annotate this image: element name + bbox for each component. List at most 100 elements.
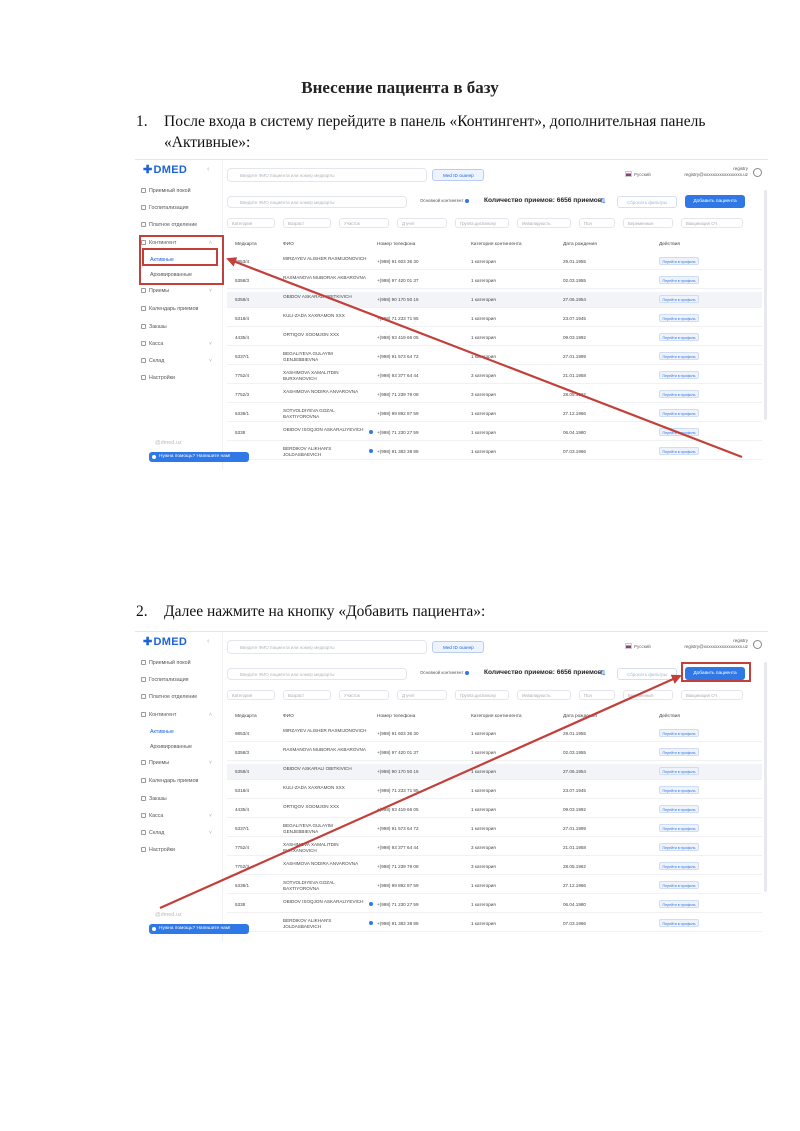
filter-d-account[interactable]: Д учет	[397, 218, 447, 228]
sidebar-item-paid-department[interactable]: Платное отделение	[141, 222, 197, 228]
table-row[interactable]: 7752/4 XASHIMOVA XAMALITDIN BURXANOVICH +(…	[227, 840, 762, 856]
medid-scanner-button[interactable]: Med ID сканер	[432, 641, 484, 653]
sidebar-item-settings[interactable]: Настройки	[141, 375, 175, 381]
sidebar-item-reception[interactable]: Приемный покой	[141, 188, 191, 194]
patient-search-input[interactable]: Введите ФИО пациента или номер медкарты	[227, 668, 407, 680]
table-row[interactable]: 7752/3 XASHIMOVA NODIRA ANVAROVNA +(998) 7…	[227, 387, 762, 403]
table-row[interactable]: BERDIKOV ALIKHAN'S JOLDASBAEVICH +(998) 9…	[227, 916, 762, 932]
go-to-profile-button[interactable]: Перейти в профиль	[659, 919, 699, 927]
reset-filters-button[interactable]: Сбросить фильтры	[617, 668, 677, 680]
scrollbar[interactable]	[764, 190, 767, 420]
table-row[interactable]: 5338 OBIDOV ISOQJON ASKARALIYEVICH +(998) …	[227, 897, 762, 913]
go-to-profile-button[interactable]: Перейти в профиль	[659, 786, 699, 794]
table-row[interactable]: 5338 OBIDOV ISOQJON ASKARALIYEVICH +(998) …	[227, 425, 762, 441]
sidebar-item-hospitalization[interactable]: Госпитализация	[141, 677, 189, 683]
go-to-profile-button[interactable]: Перейти в профиль	[659, 881, 699, 889]
filter-gender[interactable]: Пол	[579, 218, 615, 228]
go-to-profile-button[interactable]: Перейти в профиль	[659, 900, 699, 908]
sidebar-item-calendar[interactable]: Календарь приемов	[141, 306, 198, 312]
go-to-profile-button[interactable]: Перейти в профиль	[659, 862, 699, 870]
table-row[interactable]: 5358/3 RAXMANOVA MUBORAK AKBAROVNA +(998) …	[227, 745, 762, 761]
sidebar-item-warehouse[interactable]: Склад ˅	[141, 830, 212, 836]
sidebar-item-hospitalization[interactable]: Госпитализация	[141, 205, 189, 211]
sidebar-item-cashier[interactable]: Касса ˅	[141, 341, 212, 347]
sidebar-item-paid-department[interactable]: Платное отделение	[141, 694, 197, 700]
add-patient-button[interactable]: Добавить пациента	[685, 195, 745, 208]
user-info[interactable]: registry registry@xxxxxxxxxxxxxxxxx.uz	[684, 638, 748, 650]
table-row[interactable]: 5358/3 RAXMANOVA MUBORAK AKBAROVNA +(998) …	[227, 273, 762, 289]
table-row[interactable]: 5337/1 BEGALIYEVA GULAYIM GENJEBBIEVNA +(9…	[227, 821, 762, 837]
sidebar-item-archived[interactable]: Архивированные	[150, 744, 192, 750]
avatar[interactable]	[753, 168, 762, 177]
sidebar-item-reception[interactable]: Приемный покой	[141, 660, 191, 666]
patient-search-input[interactable]: Введите ФИО пациента или номер медкарты	[227, 196, 407, 208]
filter-category[interactable]: Категория	[227, 690, 275, 700]
table-row[interactable]: 9853/4 MIRZAYEV ALISHER RAXMIJONOVICH +(99…	[227, 254, 762, 270]
go-to-profile-button[interactable]: Перейти в профиль	[659, 314, 699, 322]
table-row[interactable]: 7752/3 XASHIMOVA NODIRA ANVAROVNA +(998) 7…	[227, 859, 762, 875]
table-row[interactable]: 5358/4 OBIDOV ASKARALI OBITKIVICH +(998) 9…	[227, 292, 762, 308]
go-to-profile-button[interactable]: Перейти в профиль	[659, 843, 699, 851]
sidebar-item-cashier[interactable]: Касса ˅	[141, 813, 212, 819]
sidebar-item-orders[interactable]: Заказы	[141, 796, 167, 802]
filter-icon[interactable]: ⇅	[600, 669, 606, 677]
go-to-profile-button[interactable]: Перейти в профиль	[659, 748, 699, 756]
table-row[interactable]: 5318/4 KULI-ZADA XAXRAMON XXX +(998) 71 23…	[227, 783, 762, 799]
table-row[interactable]: 5338/1 SOTVOLDIYEVA GOZAL BAXTIYOROVNA +(9…	[227, 878, 762, 894]
filter-vaccination[interactable]: Вакцинация СЧ	[681, 690, 743, 700]
go-to-profile-button[interactable]: Перейти в профиль	[659, 409, 699, 417]
main-contingent-toggle[interactable]: Основной контингент	[420, 198, 469, 203]
filter-district[interactable]: Участок	[339, 218, 389, 228]
avatar[interactable]	[753, 640, 762, 649]
filter-district[interactable]: Участок	[339, 690, 389, 700]
filter-disability[interactable]: Инвалидность	[517, 218, 571, 228]
go-to-profile-button[interactable]: Перейти в профиль	[659, 428, 699, 436]
filter-d-account[interactable]: Д учет	[397, 690, 447, 700]
global-search-input[interactable]: Введите ФИО пациента или номер медкарты	[227, 640, 427, 654]
help-chat-button[interactable]: Нужна помощь? Напишите нам!	[149, 452, 249, 462]
global-search-input[interactable]: Введите ФИО пациента или номер медкарты	[227, 168, 427, 182]
sidebar-item-appointments[interactable]: Приемы ˅	[141, 288, 212, 294]
go-to-profile-button[interactable]: Перейти в профиль	[659, 257, 699, 265]
filter-icon[interactable]: ⇅	[600, 197, 606, 205]
sidebar-item-warehouse[interactable]: Склад ˅	[141, 358, 212, 364]
main-contingent-toggle[interactable]: Основной контингент	[420, 670, 469, 675]
medid-scanner-button[interactable]: Med ID сканер	[432, 169, 484, 181]
help-chat-button[interactable]: Нужна помощь? Напишите нам!	[149, 924, 249, 934]
filter-pregnant[interactable]: Беременные	[623, 690, 673, 700]
sidebar-item-orders[interactable]: Заказы	[141, 324, 167, 330]
go-to-profile-button[interactable]: Перейти в профиль	[659, 390, 699, 398]
scrollbar[interactable]	[764, 662, 767, 892]
filter-category[interactable]: Категория	[227, 218, 275, 228]
table-row[interactable]: 7752/4 XASHIMOVA XAMALITDIN BURXANOVICH +(…	[227, 368, 762, 384]
user-info[interactable]: registry registry@xxxxxxxxxxxxxxxxx.uz	[684, 166, 748, 178]
go-to-profile-button[interactable]: Перейти в профиль	[659, 824, 699, 832]
table-row[interactable]: BERDIKOV ALIKHAN'S JOLDASBAEVICH +(998) 9…	[227, 444, 762, 460]
go-to-profile-button[interactable]: Перейти в профиль	[659, 371, 699, 379]
go-to-profile-button[interactable]: Перейти в профиль	[659, 805, 699, 813]
filter-vaccination[interactable]: Вакцинация СЧ	[681, 218, 743, 228]
sidebar-item-contingent[interactable]: Контингент ˄	[141, 712, 212, 718]
filter-pregnant[interactable]: Беременные	[623, 218, 673, 228]
filter-age[interactable]: Возраст	[283, 690, 331, 700]
reset-filters-button[interactable]: Сбросить фильтры	[617, 196, 677, 208]
go-to-profile-button[interactable]: Перейти в профиль	[659, 767, 699, 775]
language-selector[interactable]: Русский	[625, 171, 651, 177]
sidebar-item-appointments[interactable]: Приемы ˅	[141, 760, 212, 766]
go-to-profile-button[interactable]: Перейти в профиль	[659, 295, 699, 303]
go-to-profile-button[interactable]: Перейти в профиль	[659, 276, 699, 284]
filter-age[interactable]: Возраст	[283, 218, 331, 228]
go-to-profile-button[interactable]: Перейти в профиль	[659, 447, 699, 455]
table-row[interactable]: 5337/1 BEGALIYEVA GULAYIM GENJEBBIEVNA +(9…	[227, 349, 762, 365]
language-selector[interactable]: Русский	[625, 643, 651, 649]
filter-dispensary-group[interactable]: Группа диспансер	[455, 690, 509, 700]
collapse-sidebar-icon[interactable]: ‹	[207, 166, 209, 173]
table-row[interactable]: 4435/4 ORTIQOV XOOMJON XXX +(998) 93 419 6…	[227, 802, 762, 818]
table-row[interactable]: 5318/4 KULI-ZADA XAXRAMON XXX +(998) 71 23…	[227, 311, 762, 327]
table-row[interactable]: 5358/4 OBIDOV ASKARALI OBITKIVICH +(998) 9…	[227, 764, 762, 780]
go-to-profile-button[interactable]: Перейти в профиль	[659, 333, 699, 341]
table-row[interactable]: 4435/4 ORTIQOV XOOMJON XXX +(998) 93 419 6…	[227, 330, 762, 346]
go-to-profile-button[interactable]: Перейти в профиль	[659, 352, 699, 360]
sidebar-item-active[interactable]: Активные	[150, 729, 174, 735]
filter-gender[interactable]: Пол	[579, 690, 615, 700]
